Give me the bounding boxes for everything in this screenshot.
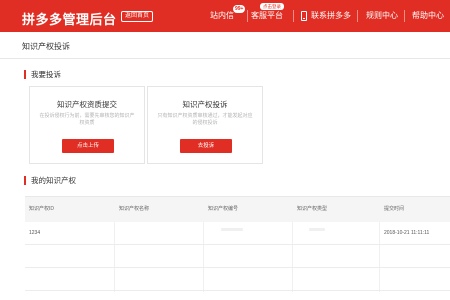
phone-icon xyxy=(301,11,307,21)
brand-name: 拼多多 xyxy=(22,12,63,27)
card-description: 在投诉侵权行为前，需要先审核您的知识产权资质 xyxy=(39,113,135,126)
column-header-name: 知识产权名称 xyxy=(119,206,150,212)
card-title: 知识产权投诉 xyxy=(182,100,228,109)
cell-id: 1234 xyxy=(29,230,41,236)
nav-service-platform[interactable]: 客服平台 xyxy=(251,11,283,21)
card-qualification-submit: 知识产权资质提交 在投诉侵权行为前，需要先审核您的知识产权资质 点击上传 xyxy=(29,86,145,164)
blurred-placeholder xyxy=(221,228,243,231)
cell-number xyxy=(204,222,208,245)
logo[interactable]: 拼多多管理后台 xyxy=(22,9,117,28)
nav-rules-center[interactable]: 规则中心 xyxy=(366,11,398,21)
cell-time: 2018-10-21 11:11:11 xyxy=(384,230,430,236)
column-header-type: 知识产权类型 xyxy=(297,206,328,212)
blurred-placeholder xyxy=(309,228,325,231)
ip-table: 知识产权ID 知识产权名称 知识产权编号 知识产权类型 提交时间 1234 20… xyxy=(25,196,450,292)
cell-type xyxy=(293,222,297,245)
complain-button[interactable]: 去投诉 xyxy=(180,139,232,153)
nav-contact[interactable]: 联系拼多多 xyxy=(311,11,351,21)
nav-messages[interactable]: 站内信 xyxy=(210,11,234,21)
table-header: 知识产权ID 知识产权名称 知识产权编号 知识产权类型 提交时间 xyxy=(25,197,450,222)
service-login-tip: 点击登录 xyxy=(260,3,284,10)
nav-separator xyxy=(404,10,405,22)
nav-help-center[interactable]: 帮助中心 xyxy=(412,11,444,21)
card-description: 只有知识产权资质审核通过，才能发起对应的侵权投诉 xyxy=(157,113,253,126)
column-header-time: 提交时间 xyxy=(384,206,405,212)
nav-separator xyxy=(293,10,294,22)
admin-title: 管理后台 xyxy=(62,12,117,27)
messages-badge: 99+ xyxy=(233,5,246,13)
table-row[interactable] xyxy=(25,245,450,268)
title-divider xyxy=(0,58,450,59)
nav-separator xyxy=(247,10,248,22)
section-title-complaint: 我要投诉 xyxy=(24,70,61,79)
column-header-number: 知识产权编号 xyxy=(208,206,239,212)
upload-button[interactable]: 点击上传 xyxy=(62,139,114,153)
column-header-id: 知识产权ID xyxy=(29,206,55,212)
top-bar: 拼多多管理后台 返回首页 站内信 99+ 点击登录 客服平台 联系拼多多 规则中… xyxy=(0,0,450,32)
card-ip-complaint: 知识产权投诉 只有知识产权资质审核通过，才能发起对应的侵权投诉 去投诉 xyxy=(147,86,263,164)
return-home-button[interactable]: 返回首页 xyxy=(121,11,154,22)
cell-name xyxy=(115,222,119,245)
card-title: 知识产权资质提交 xyxy=(57,100,117,109)
table-row[interactable]: 1234 2018-10-21 11:11:11 xyxy=(25,222,450,245)
page-title: 知识产权投诉 xyxy=(22,42,70,51)
section-title-my-ip: 我的知识产权 xyxy=(24,176,76,185)
nav-separator xyxy=(357,10,358,22)
table-row[interactable] xyxy=(25,268,450,291)
